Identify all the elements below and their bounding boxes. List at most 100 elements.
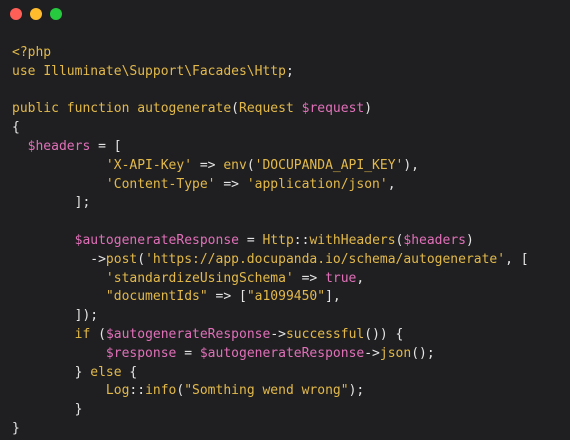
code-token: -> — [364, 345, 380, 361]
code-token: "documentIds" — [105, 289, 208, 305]
code-token: } — [12, 402, 83, 418]
code-line: Log::info("Somthing wend wrong"); — [12, 382, 568, 401]
code-token: function — [66, 101, 138, 117]
code-token: env — [223, 157, 247, 173]
code-token: ], — [325, 289, 341, 305]
code-token: = [ — [90, 138, 122, 154]
code-token: ) — [466, 232, 474, 248]
code-token: 'application/json' — [246, 176, 388, 192]
code-line: use Illuminate\Support\Facades\Http; — [12, 63, 568, 82]
code-line: $response = $autogenerateResponse->json(… — [12, 345, 568, 364]
code-token: Log — [105, 383, 130, 399]
code-token: 'X-API-Key' — [105, 157, 193, 173]
code-token: } — [12, 364, 91, 380]
code-token: $autogenerateResponse — [199, 345, 365, 361]
code-token: { — [121, 364, 138, 380]
code-token: { — [12, 120, 20, 136]
code-token: Request — [239, 101, 302, 117]
code-token: $autogenerateResponse — [74, 232, 239, 248]
code-token: -> — [270, 326, 286, 342]
code-token: ]; — [12, 195, 91, 211]
code-token: "a1099450" — [246, 289, 326, 305]
code-token: 'Content-Type' — [105, 176, 216, 192]
code-token: ( — [98, 326, 106, 342]
code-token: = — [176, 345, 200, 361]
code-line: $headers = [ — [12, 138, 568, 157]
code-token: if — [74, 326, 99, 342]
code-token: post — [105, 251, 138, 267]
code-token: -> — [12, 251, 106, 267]
code-block[interactable]: <?php use Illuminate\Support\Facades\Http… — [12, 44, 568, 439]
code-token: $response — [105, 345, 177, 361]
code-line: 'standardizeUsingSchema' => true, — [12, 270, 568, 289]
code-token: => — [293, 270, 326, 286]
code-token: , — [387, 176, 396, 192]
code-token: else — [90, 364, 122, 380]
code-token: , [ — [505, 251, 529, 267]
code-token: Http — [262, 232, 294, 248]
code-line: { — [12, 119, 568, 138]
code-token: ]); — [12, 308, 99, 324]
code-token: $request — [301, 101, 365, 117]
code-line: ]; — [12, 194, 568, 213]
code-token: ) — [364, 101, 373, 117]
code-token: ; — [285, 63, 294, 79]
code-line: ->post('https://app.docupanda.io/schema/… — [12, 251, 568, 270]
code-line: "documentIds" => ["a1099450"], — [12, 288, 568, 307]
code-token: (); — [411, 345, 435, 361]
code-token: $headers — [27, 138, 91, 154]
code-token: successful — [285, 326, 365, 342]
code-token: true — [325, 270, 357, 286]
code-token: use — [12, 63, 44, 79]
code-token: ()) { — [364, 326, 404, 342]
code-token: ( — [246, 157, 255, 173]
code-token: autogenerate — [137, 101, 232, 117]
code-token: => — [192, 157, 224, 173]
code-token: withHeaders — [309, 232, 396, 248]
code-line: $autogenerateResponse = Http::withHeader… — [12, 232, 568, 251]
code-line: } — [12, 401, 568, 420]
code-token: :: — [129, 383, 146, 399]
code-token: $autogenerateResponse — [105, 326, 271, 342]
code-token: $headers — [403, 232, 466, 248]
code-token: public — [12, 101, 67, 117]
code-token: :: — [293, 232, 310, 248]
code-token: = — [239, 232, 263, 248]
code-token: ), — [403, 157, 420, 173]
code-token: => [ — [207, 289, 247, 305]
code-token: 'DOCUPANDA_API_KEY' — [254, 157, 404, 173]
code-line: public function autogenerate(Request $re… — [12, 100, 568, 119]
window-titlebar — [0, 0, 570, 30]
code-token: } — [12, 420, 20, 436]
code-token: ( — [231, 101, 239, 117]
code-token: json — [379, 345, 412, 361]
code-token: <?php — [12, 45, 52, 60]
code-line: 'X-API-Key' => env('DOCUPANDA_API_KEY'), — [12, 157, 568, 176]
code-token: => — [215, 176, 247, 192]
close-window-button[interactable] — [10, 8, 22, 20]
minimize-window-button[interactable] — [30, 8, 42, 20]
code-window: <?php use Illuminate\Support\Facades\Http… — [0, 0, 570, 440]
code-line: 'Content-Type' => 'application/json', — [12, 176, 568, 195]
code-token: , — [356, 270, 365, 286]
code-token: 'standardizeUsingSchema' — [105, 270, 294, 286]
code-token: ); — [348, 383, 365, 399]
maximize-window-button[interactable] — [50, 8, 62, 20]
code-line: <?php — [12, 44, 568, 63]
code-line: } else { — [12, 364, 568, 383]
code-line: if ($autogenerateResponse->successful())… — [12, 326, 568, 345]
code-token: "Somthing wend wrong" — [184, 383, 349, 399]
code-token: ( — [137, 251, 146, 267]
code-token: info — [145, 383, 177, 399]
code-line: } — [12, 420, 568, 439]
